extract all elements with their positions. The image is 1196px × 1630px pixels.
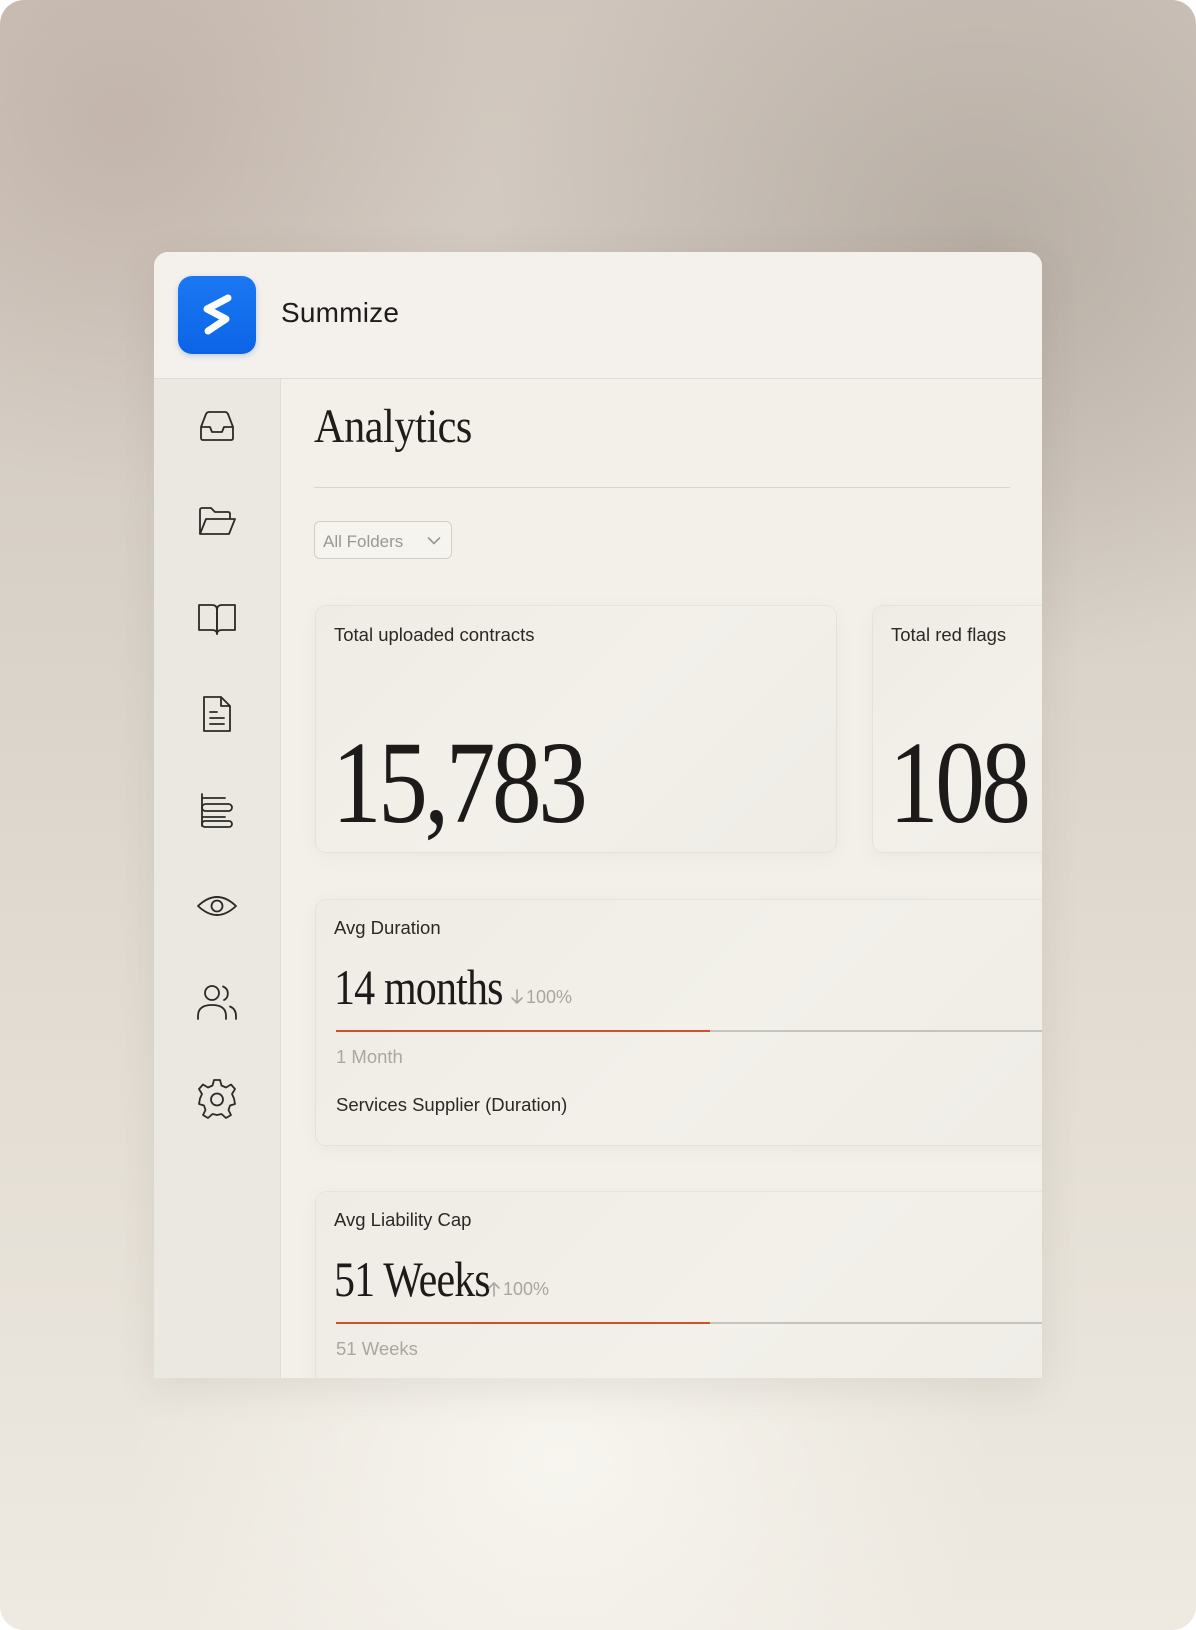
inbox-icon [200, 411, 234, 441]
stat-label: Total red flags [891, 624, 1007, 645]
metric-progress-fill [336, 1030, 711, 1032]
sidebar-item-users[interactable] [195, 980, 239, 1024]
stat-label: Total uploaded contracts [334, 624, 535, 645]
metric-progress-track [336, 1322, 1042, 1324]
sidebar-item-reports[interactable] [195, 788, 239, 832]
sidebar-item-settings[interactable] [195, 1076, 239, 1120]
stat-value: 15,783 [332, 717, 588, 848]
app-header: Summize [154, 252, 1042, 379]
sidebar-item-folders[interactable] [195, 500, 239, 544]
book-open-icon [198, 604, 236, 635]
folder-open-icon [199, 507, 236, 535]
summize-logo-icon[interactable] [178, 276, 256, 354]
metric-delta-value: 100% [526, 987, 573, 1007]
sidebar-item-inbox[interactable] [195, 404, 239, 448]
metric-sub-value: 51 Weeks [336, 1338, 418, 1359]
metric-delta-value: 100% [503, 1279, 550, 1299]
metric-card-avg-duration[interactable]: Avg Duration 14 months 100% 1 Month Serv… [316, 900, 1042, 1145]
metric-value: 51 Weeks [334, 1251, 491, 1307]
metric-progress-fill [336, 1322, 711, 1324]
sidebar-item-library[interactable] [195, 596, 239, 640]
brand-name: Summize [281, 297, 400, 328]
eye-icon [197, 896, 237, 916]
metric-sub-value: 1 Month [336, 1046, 403, 1067]
stat-value: 108 [889, 717, 1031, 848]
metric-label: Avg Duration [334, 917, 441, 938]
app-window: Summize Analytics All Folders Total uplo… [154, 252, 1042, 1378]
sidebar [154, 379, 281, 1378]
stat-card-red-flags[interactable]: Total red flags 108 [873, 606, 1042, 852]
gear-icon [198, 1079, 236, 1119]
arrow-up-icon [488, 1282, 500, 1297]
metric-card-avg-liability-cap[interactable]: Avg Liability Cap 51 Weeks 100% 51 Weeks [316, 1192, 1042, 1378]
document-icon [203, 696, 231, 732]
title-divider [314, 487, 1010, 488]
sidebar-item-review[interactable] [195, 884, 239, 928]
metric-sub-label: Services Supplier (Duration) [336, 1094, 568, 1115]
align-left-icon [201, 793, 233, 828]
folder-filter-dropdown[interactable]: All Folders [314, 521, 452, 559]
metric-progress-track [336, 1030, 1042, 1032]
metric-value: 14 months [334, 959, 503, 1015]
folder-filter-value: All Folders [323, 532, 404, 551]
page-title: Analytics [314, 400, 472, 453]
metric-delta: 100% [510, 987, 572, 1008]
chevron-down-icon [427, 537, 441, 545]
stat-card-total-contracts[interactable]: Total uploaded contracts 15,783 [316, 606, 836, 852]
users-icon [197, 985, 237, 1020]
arrow-down-icon [511, 989, 523, 1004]
metric-label: Avg Liability Cap [334, 1209, 472, 1230]
main-content: Analytics All Folders Total uploaded con… [281, 379, 1042, 1378]
sidebar-item-documents[interactable] [195, 692, 239, 736]
metric-delta: 100% [487, 1279, 549, 1300]
